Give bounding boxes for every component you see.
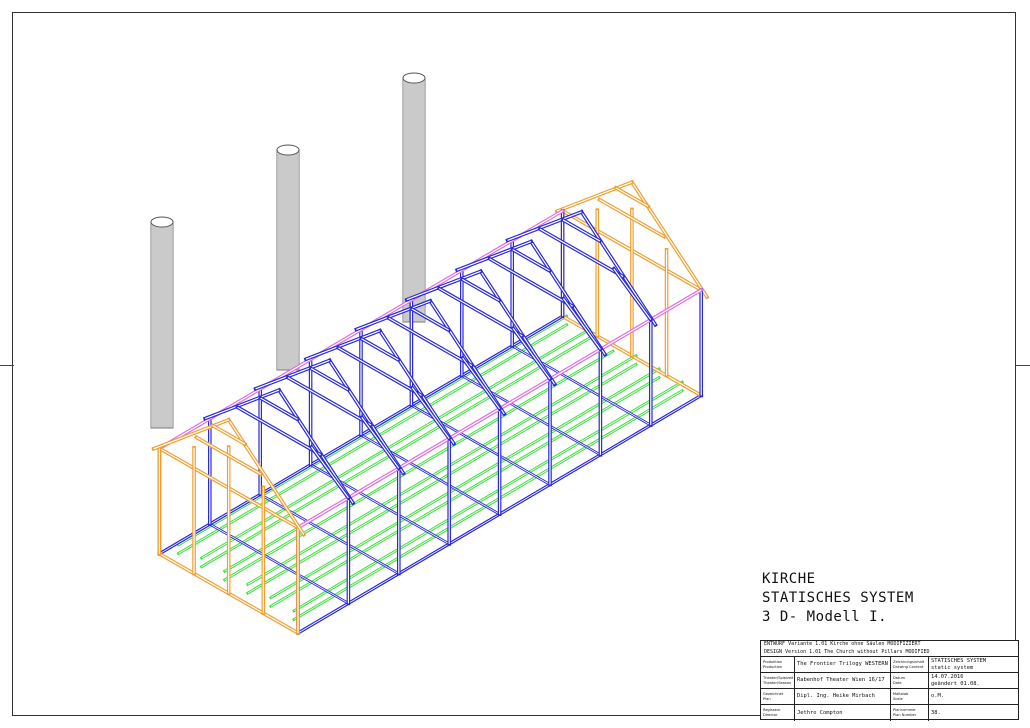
truss-collar-core	[237, 406, 321, 456]
drawing-title-line-3: 3 D- Modell I.	[762, 609, 888, 625]
value-plan-number: 38.	[931, 709, 941, 716]
title-block-table: ENTWURF Variante 1.01 Kirche ohne Säulen…	[760, 640, 1019, 721]
label-date-en: Date	[893, 680, 902, 685]
label-plan-number-en: Plan Number	[893, 713, 917, 717]
floor-beams	[157, 314, 704, 636]
pillar-cap	[276, 144, 300, 156]
value-production: The Frontier Trilogy WESTERN	[797, 661, 888, 668]
value-drawn-by: Dipl. Ing. Heike Mirbach	[797, 693, 875, 700]
drawing-title-line-1: KIRCHE	[762, 571, 816, 587]
title-block-row-theater: Theater/Spielzeit Theater/Season Rabenho…	[761, 673, 1018, 689]
design-line-en: DESIGN Version 1.01 The Church without P…	[764, 648, 930, 655]
label-scale-en: Scale	[893, 696, 903, 701]
label-drawn-by-en: Plan	[763, 696, 771, 701]
title-block-row-production: Produktion Production The Frontier Trilo…	[761, 657, 1018, 673]
drawing-sheet: KIRCHE STATISCHES SYSTEM 3 D- Modell I. …	[0, 0, 1030, 728]
pillar-2	[276, 149, 300, 371]
back-gable-rafter-left-core	[631, 181, 708, 298]
label-drawing-content-en: Drawing Content	[893, 664, 924, 669]
drawing-title: KIRCHE STATISCHES SYSTEM 3 D- Modell I.	[762, 570, 1012, 627]
value-scale: o.M.	[931, 693, 944, 700]
title-block-row-director: Regisseur Director Jethro Compton Plannu…	[761, 705, 1018, 721]
value-date: 14.07.2016	[931, 673, 964, 680]
value-drawing-content-en: static system	[931, 664, 974, 671]
label-production-en: Production	[763, 664, 783, 669]
drawing-title-line-2: STATISCHES SYSTEM	[762, 590, 914, 606]
design-line-de: ENTWURF Variante 1.01 Kirche ohne Säulen…	[764, 641, 921, 647]
truss-collar-core	[287, 377, 372, 426]
value-date-changed: geändert 01.08.	[931, 680, 980, 687]
value-drawing-content-de: STATISCHES SYSTEM	[931, 657, 987, 664]
pillar-3	[402, 77, 426, 323]
design-version-cell: ENTWURF Variante 1.01 Kirche ohne Säulen…	[761, 641, 1018, 657]
truss-collar-core	[388, 317, 473, 367]
truss-collar-core	[438, 287, 523, 337]
back-gable-rafter-right-core	[556, 181, 633, 212]
pillar-cap	[402, 72, 426, 84]
eave-beams	[156, 208, 704, 531]
value-theater: Rabenhof Theater Wien 16/17	[797, 677, 885, 684]
pillar-cap	[150, 216, 174, 228]
title-block-row-plan: Gezeichnet Plan Dipl. Ing. Heike Mirbach…	[761, 689, 1018, 705]
label-director-en: Director	[763, 713, 778, 717]
truss-collar-core	[338, 347, 422, 396]
label-theater-en: Theater/Season	[763, 680, 792, 685]
pillar-1	[150, 221, 174, 429]
truss-collar-core	[489, 258, 573, 307]
value-director: Jethro Compton	[797, 709, 843, 716]
